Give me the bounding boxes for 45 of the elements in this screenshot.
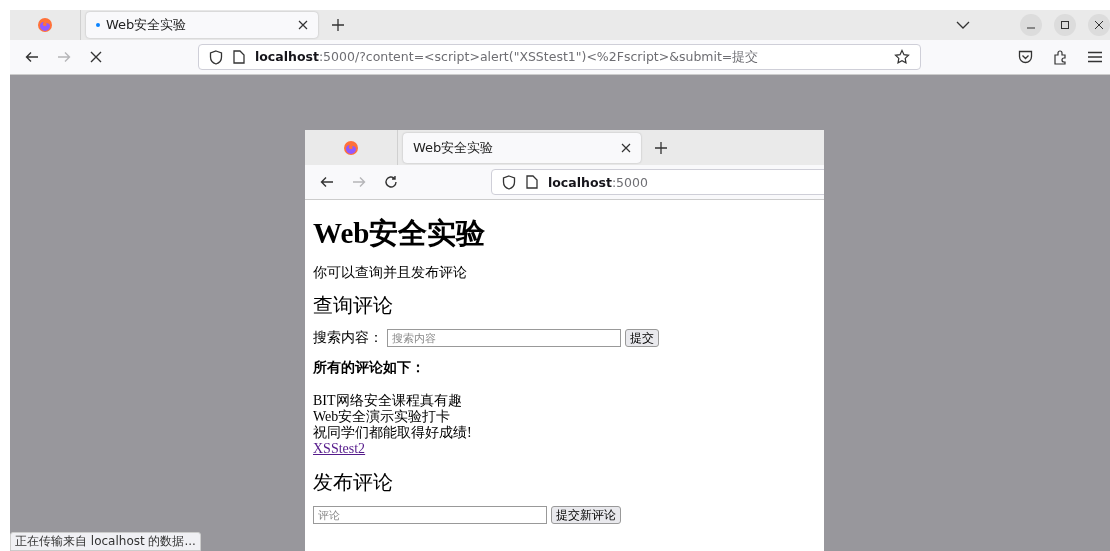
browser-tab[interactable]: Web安全实验 (403, 132, 641, 163)
new-tab-icon[interactable] (655, 141, 667, 154)
browser-logo-icon (343, 139, 359, 156)
address-bar[interactable]: localhost:5000 (491, 169, 824, 195)
new-tab-icon[interactable] (332, 19, 344, 31)
status-bar: 正在传输来自 localhost 的数据... (10, 532, 201, 551)
close-icon (1095, 21, 1103, 29)
stop-icon[interactable] (88, 49, 104, 65)
shield-icon[interactable] (502, 174, 516, 190)
url-text: localhost:5000 (548, 174, 648, 190)
submit-button[interactable]: 提交 (625, 329, 659, 347)
section-heading: 查询评论 (313, 293, 394, 318)
comment-field[interactable]: 评论 (313, 506, 547, 524)
back-icon[interactable] (24, 49, 40, 65)
close-icon[interactable] (621, 142, 631, 153)
intro-text: 你可以查询并且发布评论 (313, 264, 468, 282)
page-title: Web安全实验 (313, 216, 487, 251)
page-icon (526, 175, 538, 189)
extensions-icon[interactable] (1053, 49, 1068, 65)
page-icon (233, 50, 245, 64)
address-bar[interactable]: localhost:5000/?content=<script>alert("XSStest1")<%2Fscript>&submit=提交 (198, 44, 921, 70)
chevron-down-icon[interactable] (956, 21, 970, 29)
browser-tab[interactable]: Web安全实验 (86, 12, 318, 38)
comment-link[interactable]: XSStest2 (313, 441, 366, 457)
menu-icon[interactable] (1088, 51, 1102, 63)
section-heading: 发布评论 (313, 470, 394, 495)
back-icon[interactable] (319, 174, 335, 190)
maximize-icon (1061, 21, 1069, 29)
close-icon[interactable] (298, 20, 308, 30)
url-text: localhost:5000/?content=<script>alert("XSStest1")<%2Fscript>&submit=提交 (255, 48, 759, 66)
search-label: 搜索内容： (313, 329, 383, 347)
pocket-icon[interactable] (1018, 50, 1033, 64)
maximize-button[interactable] (1054, 14, 1076, 36)
comment-text: Web安全演示实验打卡 (313, 409, 452, 425)
comment-text: 祝同学们都能取得好成绩! (313, 425, 473, 441)
post-comment-button[interactable]: 提交新评论 (551, 506, 621, 524)
shield-icon[interactable] (209, 49, 223, 65)
search-field[interactable]: 搜索内容 (387, 329, 621, 347)
browser-logo-icon (37, 17, 53, 33)
star-icon[interactable] (894, 49, 910, 65)
reload-icon[interactable] (383, 174, 399, 190)
comments-heading: 所有的评论如下： (313, 359, 426, 377)
minimize-button[interactable] (1020, 14, 1042, 36)
comment-text: BIT网络安全课程真有趣 (313, 393, 463, 409)
close-button[interactable] (1088, 14, 1110, 36)
